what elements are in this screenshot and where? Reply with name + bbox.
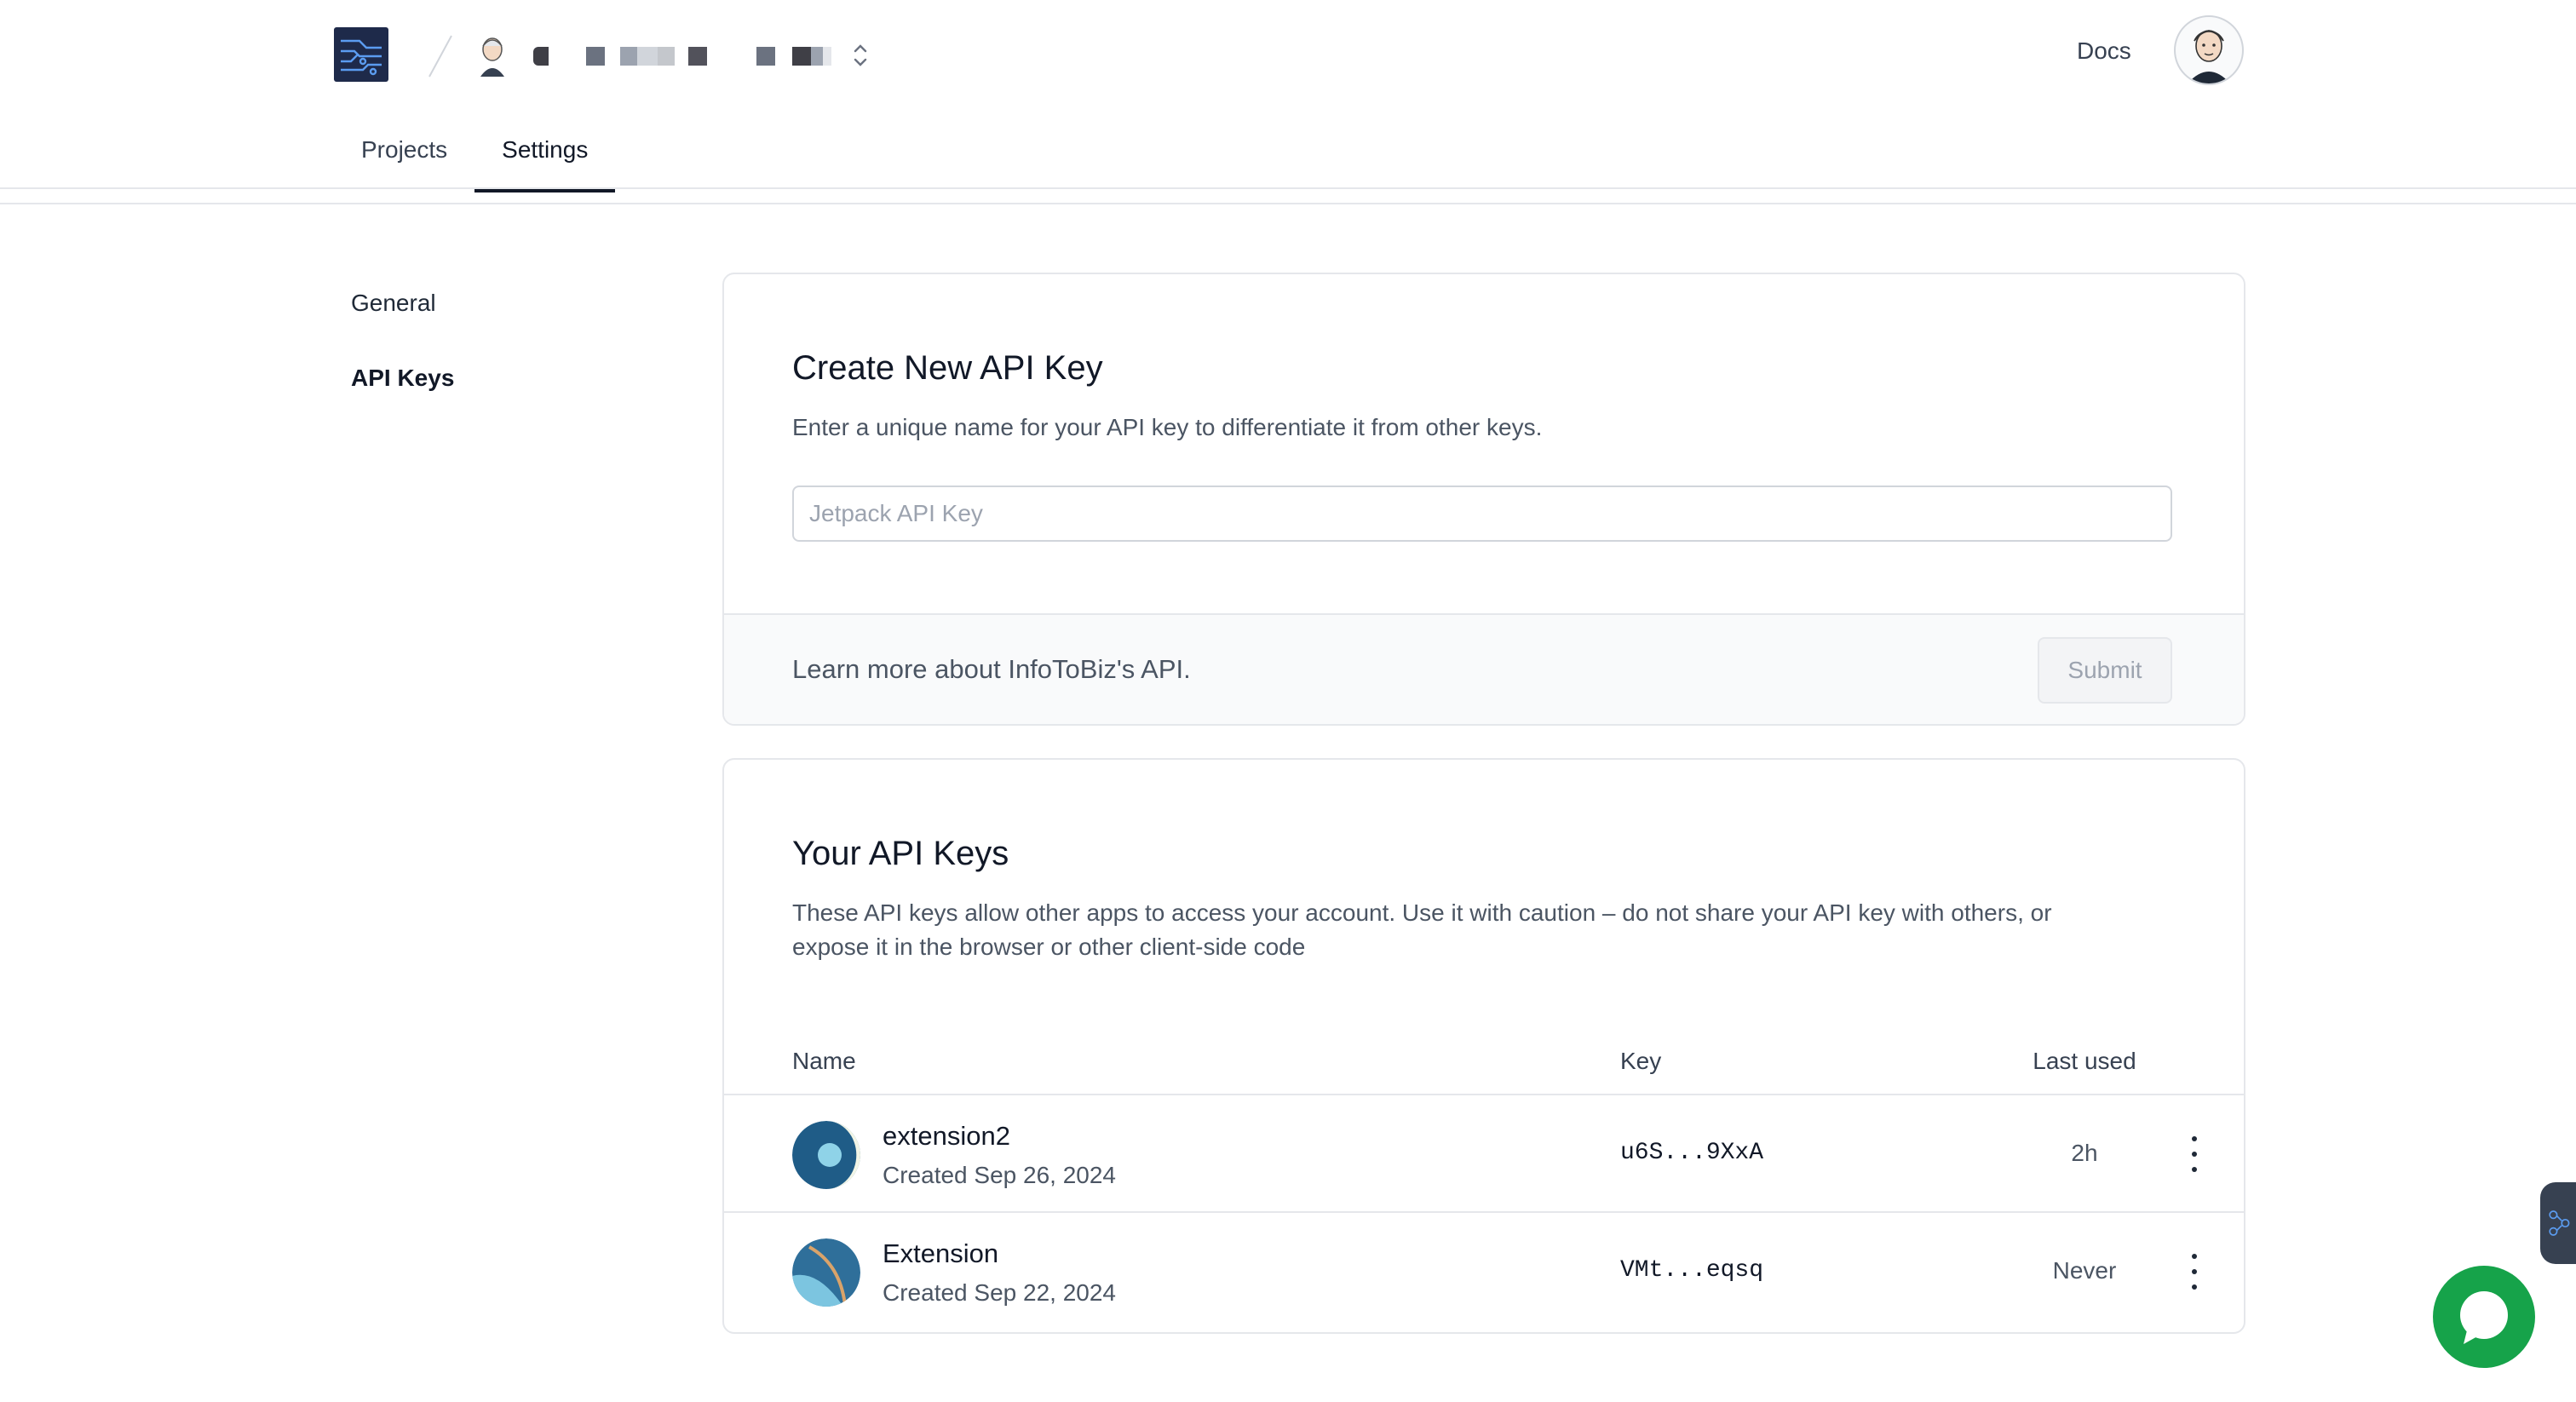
tab-settings[interactable]: Settings [474, 128, 616, 192]
create-api-key-card: Create New API Key Enter a unique name f… [722, 273, 2245, 726]
more-vertical-icon[interactable] [2184, 1249, 2205, 1295]
key-avatar [792, 1121, 860, 1189]
sidebar-item-general[interactable]: General [351, 290, 454, 365]
column-header-name: Name [792, 1048, 856, 1074]
key-value: u6S...9XxA [1620, 1140, 1764, 1166]
table-row: Extension Created Sep 22, 2024 VMt...eqs… [724, 1211, 2244, 1330]
tab-projects[interactable]: Projects [334, 128, 474, 192]
breadcrumb-separator [428, 35, 452, 78]
header-divider [0, 203, 2576, 204]
create-api-key-footer: Learn more about InfoToBiz's API. Submit [724, 613, 2244, 724]
column-header-last-used: Last used [2033, 1048, 2136, 1074]
api-keys-title: Your API Keys [792, 835, 1009, 872]
key-value: VMt...eqsq [1620, 1257, 1764, 1284]
key-name: Extension [883, 1238, 999, 1268]
submit-button[interactable]: Submit [2038, 637, 2172, 704]
top-navigation-bar: Docs Projects Settings [0, 0, 2576, 192]
chevron-up-down-icon[interactable] [848, 41, 872, 70]
share-nodes-icon [2549, 1210, 2570, 1236]
project-avatar[interactable] [470, 31, 515, 78]
project-name-redacted[interactable] [533, 46, 831, 66]
key-created-date: Created Sep 22, 2024 [883, 1279, 1116, 1306]
sidebar-item-api-keys[interactable]: API Keys [351, 365, 454, 440]
settings-sidebar: General API Keys [351, 290, 454, 440]
side-extension-widget[interactable] [2540, 1182, 2576, 1264]
main-tabs: Projects Settings [334, 128, 616, 192]
app-logo-icon[interactable] [334, 27, 388, 82]
api-keys-card: Your API Keys These API keys allow other… [722, 758, 2245, 1334]
create-api-key-title: Create New API Key [792, 349, 1103, 387]
api-key-name-input[interactable] [792, 486, 2172, 542]
key-name: extension2 [883, 1121, 1010, 1151]
user-avatar[interactable] [2174, 15, 2244, 85]
key-avatar [792, 1238, 860, 1307]
key-last-used: Never [2052, 1257, 2117, 1284]
learn-more-link[interactable]: Learn more about InfoToBiz's API. [792, 654, 1191, 685]
more-vertical-icon[interactable] [2184, 1131, 2205, 1177]
api-keys-description: These API keys allow other apps to acces… [792, 899, 2052, 960]
chat-bubble-icon [2460, 1291, 2508, 1344]
key-last-used: 2h [2071, 1140, 2098, 1166]
create-api-key-description: Enter a unique name for your API key to … [792, 414, 1543, 440]
docs-link[interactable]: Docs [2077, 37, 2131, 65]
chat-button[interactable] [2433, 1266, 2535, 1368]
column-header-key: Key [1620, 1048, 1662, 1074]
table-row: extension2 Created Sep 26, 2024 u6S...9X… [724, 1094, 2244, 1213]
key-created-date: Created Sep 26, 2024 [883, 1162, 1116, 1188]
